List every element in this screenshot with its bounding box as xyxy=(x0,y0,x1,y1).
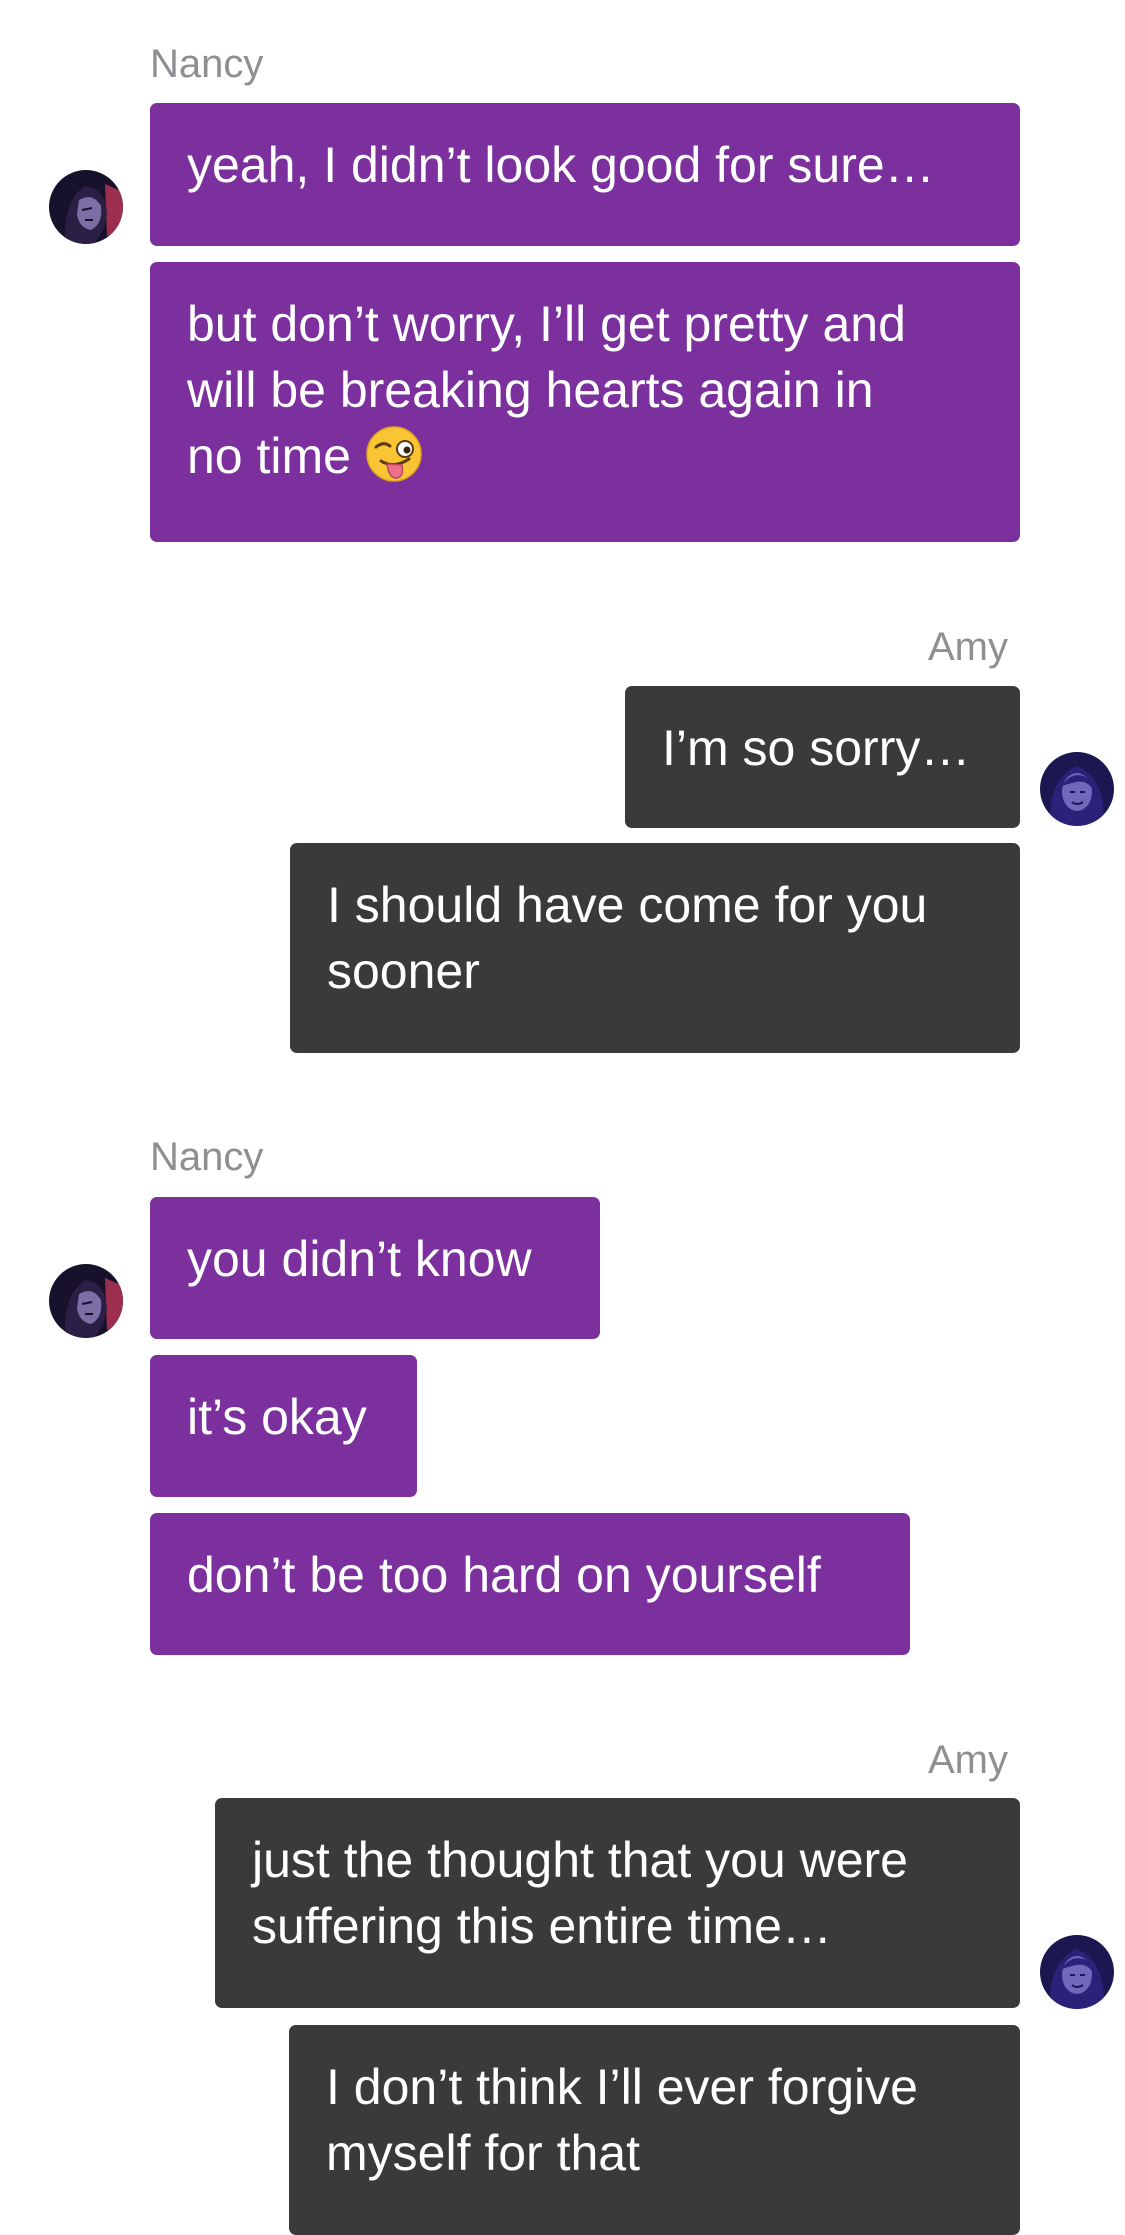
message-bubble[interactable]: don’t be too hard on yourself xyxy=(150,1513,910,1655)
amy-avatar-icon[interactable] xyxy=(1040,1935,1114,2009)
message-text: don’t be too hard on yourself xyxy=(187,1547,821,1603)
message-line: sooner xyxy=(327,943,480,999)
sender-name-nancy: Nancy xyxy=(150,1135,264,1179)
message-bubble[interactable]: you didn’t know xyxy=(150,1197,600,1339)
message-line-with-emoji: no time xyxy=(187,423,983,489)
message-text: you didn’t know xyxy=(187,1231,532,1287)
sender-name-amy: Amy xyxy=(928,1738,1008,1782)
message-bubble[interactable]: I don’t think I’ll ever forgive myself f… xyxy=(289,2025,1020,2235)
winking-face-with-tongue-icon xyxy=(366,426,422,482)
message-text: yeah, I didn’t look good for sure… xyxy=(187,137,935,193)
message-bubble[interactable]: I should have come for you sooner xyxy=(290,843,1020,1053)
message-line: myself for that xyxy=(326,2125,640,2181)
message-bubble[interactable]: but don’t worry, I’ll get pretty and wil… xyxy=(150,262,1020,542)
message-line: suffering this entire time… xyxy=(252,1898,832,1954)
message-text: I’m so sorry… xyxy=(662,720,971,776)
message-line: just the thought that you were xyxy=(252,1832,908,1888)
message-text: it’s okay xyxy=(187,1389,367,1445)
nancy-avatar-icon[interactable] xyxy=(49,170,123,244)
message-line: no time xyxy=(187,428,365,484)
sender-name-amy: Amy xyxy=(928,625,1008,669)
message-bubble[interactable]: I’m so sorry… xyxy=(625,686,1020,828)
message-line: but don’t worry, I’ll get pretty and xyxy=(187,296,906,352)
message-line: I should have come for you xyxy=(327,877,928,933)
message-line: will be breaking hearts again in xyxy=(187,362,874,418)
message-bubble[interactable]: it’s okay xyxy=(150,1355,417,1497)
amy-avatar-icon[interactable] xyxy=(1040,752,1114,826)
nancy-avatar-icon[interactable] xyxy=(49,1264,123,1338)
message-bubble[interactable]: just the thought that you were suffering… xyxy=(215,1798,1020,2008)
message-bubble[interactable]: yeah, I didn’t look good for sure… xyxy=(150,103,1020,246)
message-line: I don’t think I’ll ever forgive xyxy=(326,2059,918,2115)
sender-name-nancy: Nancy xyxy=(150,42,264,86)
